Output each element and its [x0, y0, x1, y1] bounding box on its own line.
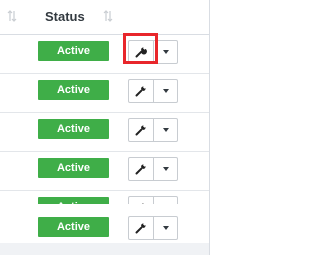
action-button-group [128, 157, 178, 181]
wrench-button[interactable] [128, 79, 154, 103]
caret-down-icon [162, 226, 169, 230]
table-row: Active [0, 204, 209, 243]
dropdown-toggle-button[interactable] [153, 79, 178, 103]
wrench-icon [135, 124, 147, 136]
wrench-button[interactable] [128, 157, 154, 181]
table-row: Active [0, 35, 209, 74]
wrench-button[interactable] [128, 216, 154, 240]
sort-arrows-icon[interactable] [7, 9, 17, 23]
caret-down-icon [162, 128, 169, 132]
action-button-group [128, 40, 178, 64]
status-badge: Active [38, 217, 109, 237]
status-badge: Active [38, 158, 109, 178]
sort-arrows-icon[interactable] [103, 9, 113, 23]
status-badge: Active [38, 80, 109, 100]
dropdown-toggle-button[interactable] [153, 118, 178, 142]
action-button-group [128, 79, 178, 103]
wrench-icon [135, 85, 147, 97]
wrench-button[interactable] [128, 40, 154, 64]
wrench-icon [135, 163, 147, 175]
dropdown-toggle-button[interactable] [153, 157, 178, 181]
status-column-header[interactable]: Status [45, 9, 85, 24]
table-footer [0, 243, 209, 255]
table-row: Active [0, 74, 209, 113]
table-header: Status [0, 0, 209, 35]
wrench-icon [135, 46, 147, 58]
action-button-group [128, 216, 178, 240]
wrench-button[interactable] [128, 118, 154, 142]
status-table: Status Active Active Active Active Activ… [0, 0, 210, 255]
wrench-icon [135, 222, 147, 234]
table-row: Active [0, 152, 209, 191]
caret-down-icon [162, 167, 169, 171]
dropdown-toggle-button[interactable] [153, 40, 178, 64]
action-button-group [128, 118, 178, 142]
status-badge: Active [38, 41, 109, 61]
caret-down-icon [162, 89, 169, 93]
caret-down-icon [162, 50, 169, 54]
table-row: Active [0, 113, 209, 152]
status-badge: Active [38, 119, 109, 139]
dropdown-toggle-button[interactable] [153, 216, 178, 240]
